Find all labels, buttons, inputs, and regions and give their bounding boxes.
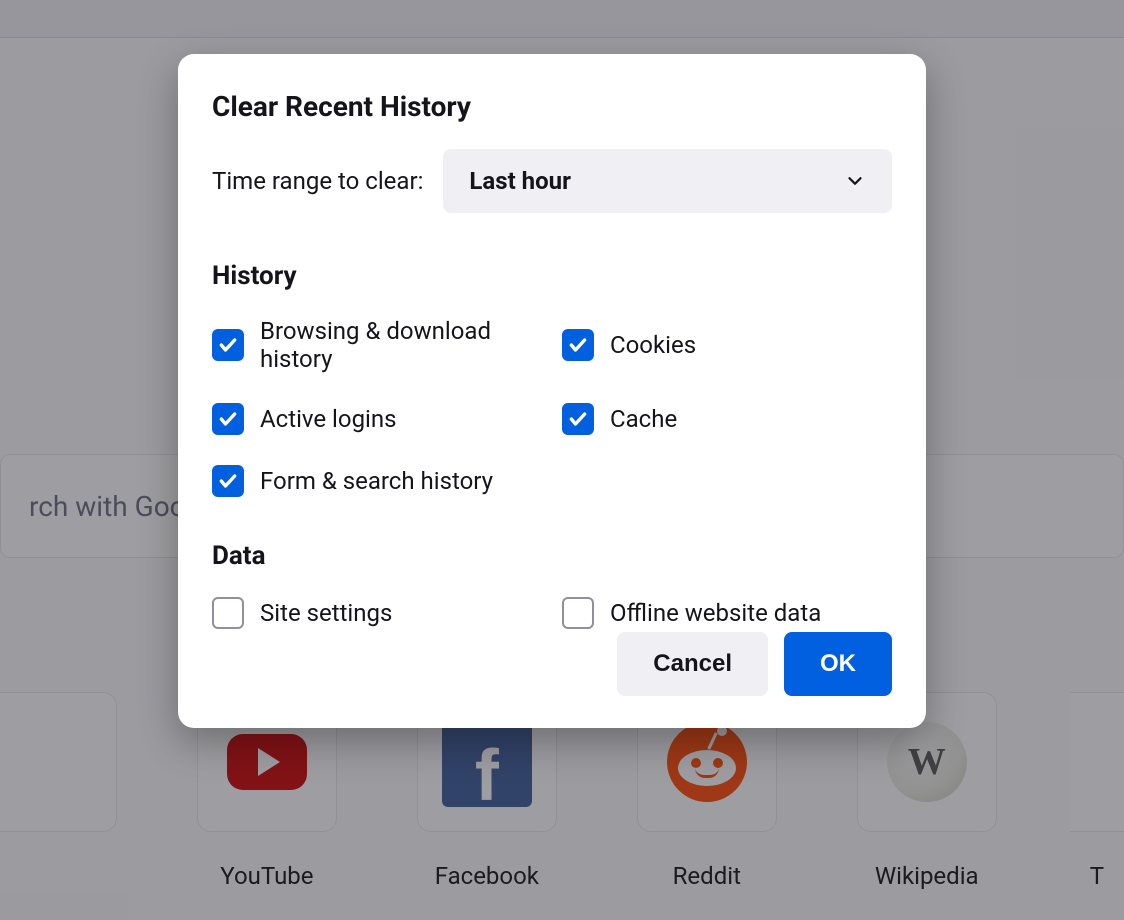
- history-section-title: History: [212, 261, 892, 291]
- checkbox-cookies[interactable]: Cookies: [562, 317, 892, 373]
- history-checkbox-grid: Browsing & download history Cookies Acti…: [212, 317, 892, 497]
- data-section-title: Data: [212, 541, 892, 571]
- time-range-select[interactable]: Last hour: [443, 149, 892, 213]
- checkbox-active-logins[interactable]: Active logins: [212, 403, 542, 435]
- checkbox-browsing-download-history[interactable]: Browsing & download history: [212, 317, 542, 373]
- data-checkbox-grid: Site settings Offline website data: [212, 597, 892, 629]
- cancel-button[interactable]: Cancel: [617, 632, 768, 696]
- checkbox-input[interactable]: [212, 597, 244, 629]
- checkmark-icon: [218, 335, 238, 355]
- dialog-title: Clear Recent History: [212, 90, 892, 123]
- checkbox-offline-website-data[interactable]: Offline website data: [562, 597, 892, 629]
- checkbox-label: Offline website data: [610, 599, 821, 627]
- checkbox-label: Browsing & download history: [260, 317, 542, 373]
- checkmark-icon: [218, 471, 238, 491]
- chevron-down-icon: [844, 170, 866, 192]
- checkbox-label: Site settings: [260, 599, 392, 627]
- checkbox-input[interactable]: [562, 329, 594, 361]
- checkmark-icon: [568, 335, 588, 355]
- checkbox-cache[interactable]: Cache: [562, 403, 892, 435]
- checkbox-input[interactable]: [562, 597, 594, 629]
- checkbox-label: Form & search history: [260, 467, 493, 495]
- checkbox-input[interactable]: [212, 403, 244, 435]
- time-range-value: Last hour: [469, 167, 570, 195]
- checkbox-input[interactable]: [562, 403, 594, 435]
- ok-button[interactable]: OK: [784, 632, 892, 696]
- checkbox-label: Active logins: [260, 405, 397, 433]
- checkbox-input[interactable]: [212, 329, 244, 361]
- checkmark-icon: [218, 409, 238, 429]
- dialog-button-row: Cancel OK: [617, 632, 892, 696]
- checkbox-form-search-history[interactable]: Form & search history: [212, 465, 542, 497]
- clear-history-dialog: Clear Recent History Time range to clear…: [178, 54, 926, 728]
- checkbox-label: Cookies: [610, 331, 696, 359]
- checkbox-input[interactable]: [212, 465, 244, 497]
- time-range-row: Time range to clear: Last hour: [212, 149, 892, 213]
- checkbox-label: Cache: [610, 405, 677, 433]
- checkbox-site-settings[interactable]: Site settings: [212, 597, 542, 629]
- checkmark-icon: [568, 409, 588, 429]
- time-range-label: Time range to clear:: [212, 167, 423, 195]
